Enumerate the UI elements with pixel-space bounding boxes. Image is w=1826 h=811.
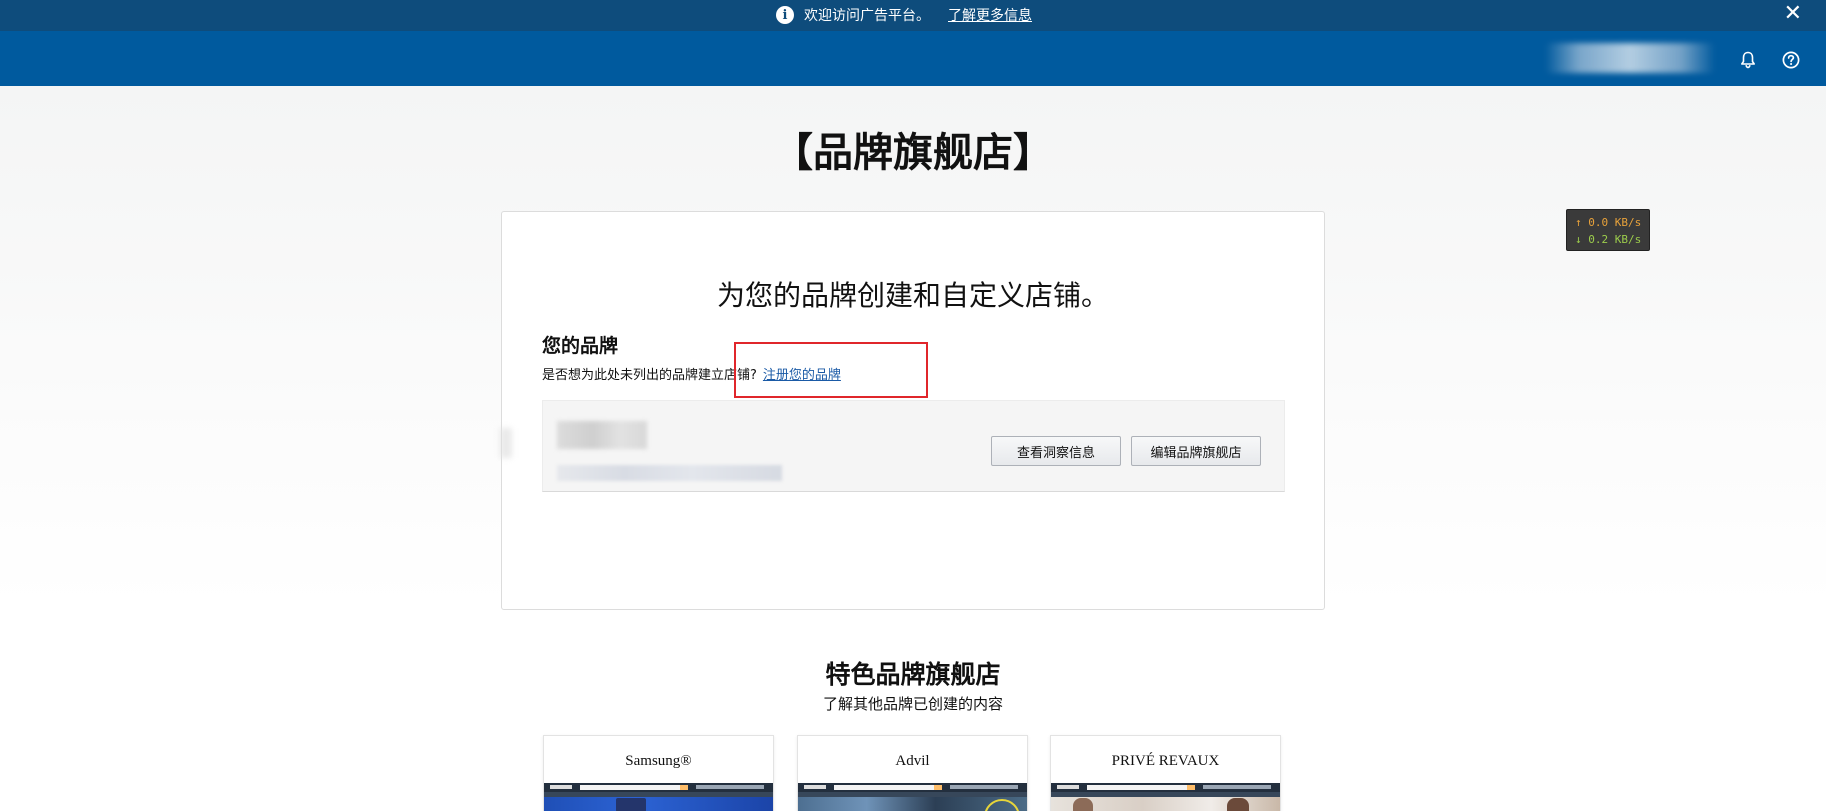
learn-more-link[interactable]: 了解更多信息 — [948, 5, 1032, 25]
card-heading: 为您的品牌创建和自定义店铺。 — [716, 279, 1109, 312]
featured-store-card-samsung[interactable]: Samsung® — [543, 735, 774, 811]
close-icon[interactable]: ✕ — [1784, 2, 1802, 26]
store-thumbnail — [1051, 783, 1280, 811]
store-name: PRIVÉ REVAUX — [1111, 753, 1220, 769]
info-icon: i — [776, 6, 794, 24]
store-name: Advil — [895, 753, 930, 769]
featured-title: 特色品牌旗舰店 — [825, 660, 1001, 689]
store-thumbnail — [544, 783, 773, 811]
notice-content: i 欢迎访问广告平台。 了解更多信息 — [776, 3, 1032, 27]
account-name-redacted[interactable] — [1545, 43, 1715, 73]
featured-store-card-prive-revaux[interactable]: PRIVÉ REVAUX — [1050, 735, 1281, 811]
page-title: 【品牌旗舰店】 — [773, 130, 1053, 176]
redacted-mark — [500, 428, 512, 458]
view-insights-button[interactable]: 查看洞察信息 — [991, 436, 1121, 466]
thumbnail-banner — [798, 797, 1027, 811]
brand-store-card: 为您的品牌创建和自定义店铺。 您的品牌 是否想为此处未列出的品牌建立店铺? 注册您… — [501, 211, 1325, 610]
bell-icon[interactable] — [1737, 49, 1759, 71]
notice-bar: i 欢迎访问广告平台。 了解更多信息 ✕ — [0, 0, 1826, 31]
thumbnail-navbar — [544, 783, 773, 792]
featured-store-card-advil[interactable]: Advil — [797, 735, 1028, 811]
highlight-annotation — [734, 342, 928, 398]
upload-speed: ↑ 0.0 KB/s — [1575, 216, 1642, 229]
notice-text: 欢迎访问广告平台。 — [804, 8, 930, 24]
register-prompt-text: 是否想为此处未列出的品牌建立店铺? — [542, 368, 757, 383]
thumbnail-banner — [544, 797, 773, 811]
thumbnail-navbar — [1051, 783, 1280, 792]
your-brand-heading: 您的品牌 — [542, 335, 619, 357]
main-header — [0, 31, 1826, 86]
edit-brand-store-button[interactable]: 编辑品牌旗舰店 — [1131, 436, 1261, 466]
store-name: Samsung® — [625, 753, 692, 769]
store-thumbnail — [798, 783, 1027, 811]
network-speed-widget: ↑ 0.0 KB/s ↓ 0.2 KB/s — [1566, 209, 1650, 251]
download-speed: ↓ 0.2 KB/s — [1575, 233, 1642, 246]
thumbnail-banner — [1051, 797, 1280, 811]
featured-subtitle: 了解其他品牌已创建的内容 — [822, 695, 1003, 713]
brand-details-redacted — [557, 465, 782, 481]
brand-row: 查看洞察信息 编辑品牌旗舰店 — [542, 400, 1285, 492]
thumbnail-navbar — [798, 783, 1027, 792]
brand-name-redacted — [557, 421, 647, 449]
help-icon[interactable] — [1780, 49, 1802, 71]
